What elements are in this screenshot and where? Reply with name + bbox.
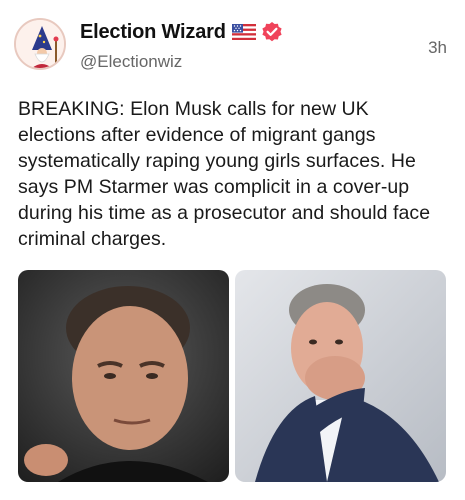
verified-badge-icon [261,21,283,43]
post-timestamp[interactable]: 3h [428,38,447,58]
us-flag-icon [231,24,256,40]
post-text: BREAKING: Elon Musk calls for new UK ele… [18,98,431,250]
display-name[interactable]: Election Wizard [80,21,226,44]
author-handle[interactable]: @Electionwiz [80,52,283,72]
post-photo-2[interactable] [235,270,446,482]
post-header: Election Wizard @Electionwiz 3h [0,0,465,90]
post-photo-1[interactable] [18,270,229,482]
author-block: Election Wizard @Electionwiz [80,20,283,72]
wizard-avatar-icon[interactable] [14,18,66,70]
post-media [18,270,446,482]
